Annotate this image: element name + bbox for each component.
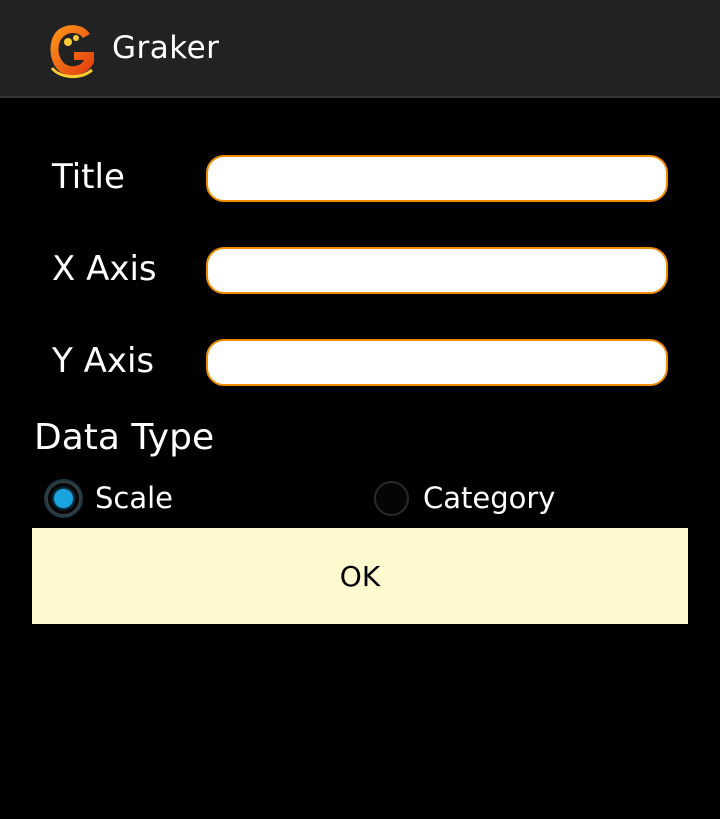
x-axis-label: X Axis [52,249,157,289]
ok-button[interactable]: OK [32,528,688,624]
radio-scale[interactable]: Scale [46,478,173,518]
radio-category[interactable]: Category [374,478,555,518]
graker-logo-icon [50,25,94,78]
radio-category-label: Category [423,481,556,515]
data-type-heading: Data Type [34,417,215,458]
y-axis-label: Y Axis [52,341,155,381]
title-input[interactable] [206,155,668,202]
radio-checked-icon [46,480,81,516]
x-axis-input[interactable] [206,247,668,294]
y-axis-input[interactable] [206,339,668,386]
radio-scale-label: Scale [95,481,174,515]
radio-dot-icon [54,488,73,508]
radio-unchecked-icon [374,480,409,516]
title-label: Title [52,157,125,197]
app-title: Graker [112,30,220,66]
app-bar: Graker [0,0,720,98]
